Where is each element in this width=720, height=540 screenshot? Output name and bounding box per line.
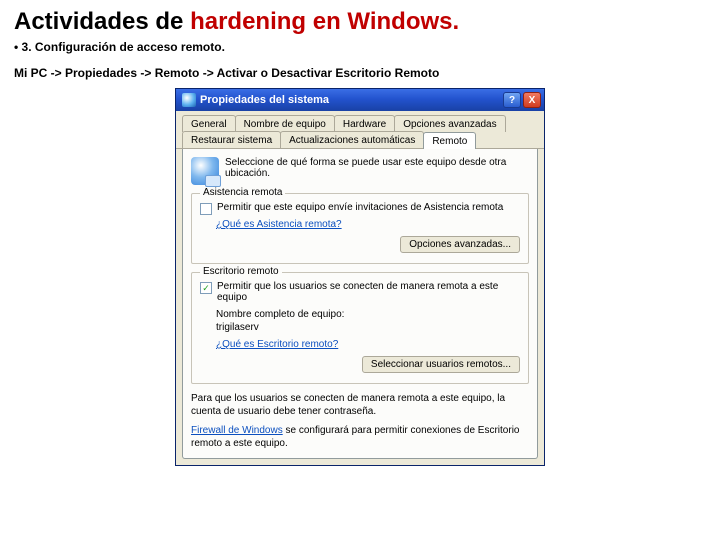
assistance-help-link[interactable]: ¿Qué es Asistencia remota? (216, 219, 342, 230)
intro-text: Seleccione de qué forma se puede usar es… (225, 157, 529, 179)
titlebar: Propiedades del sistema ? X (176, 89, 544, 111)
tab-strip: General Nombre de equipo Hardware Opcion… (176, 111, 544, 149)
remote-desktop-checkbox[interactable]: ✓ (200, 282, 212, 294)
fullname-label: Nombre completo de equipo: (216, 309, 348, 320)
tab-auto-updates[interactable]: Actualizaciones automáticas (280, 131, 424, 148)
assistance-checkbox-label: Permitir que este equipo envíe invitacio… (217, 202, 503, 213)
help-button[interactable]: ? (503, 92, 521, 108)
system-properties-dialog: Propiedades del sistema ? X General Nomb… (175, 88, 545, 466)
remote-assistance-legend: Asistencia remota (200, 187, 285, 198)
advanced-options-button[interactable]: Opciones avanzadas... (400, 236, 520, 253)
tab-system-restore[interactable]: Restaurar sistema (182, 131, 281, 148)
remote-icon (191, 157, 219, 185)
title-dot: . (453, 8, 460, 35)
title-part2: hardening en Windows (190, 8, 452, 35)
slide-title: Actividades de hardening en Windows. (14, 8, 706, 36)
title-part1: Actividades de (14, 8, 190, 35)
firewall-note: Firewall de Windows se configurará para … (191, 424, 529, 450)
password-note: Para que los usuarios se conecten de man… (191, 392, 529, 418)
tab-computer-name[interactable]: Nombre de equipo (235, 115, 335, 132)
firewall-link[interactable]: Firewall de Windows (191, 425, 283, 436)
tab-advanced[interactable]: Opciones avanzadas (394, 115, 505, 132)
remote-desktop-group: Escritorio remoto ✓ Permitir que los usu… (191, 272, 529, 384)
select-remote-users-button[interactable]: Seleccionar usuarios remotos... (362, 356, 520, 373)
system-icon (182, 93, 196, 107)
dialog-title: Propiedades del sistema (200, 94, 329, 106)
remote-assistance-group: Asistencia remota Permitir que este equi… (191, 193, 529, 264)
assistance-checkbox[interactable] (200, 203, 212, 215)
slide-bullet: • 3. Configuración de acceso remoto. (14, 40, 706, 54)
slide-path: Mi PC -> Propiedades -> Remoto -> Activa… (14, 66, 706, 80)
remote-tab-pane: Seleccione de qué forma se puede usar es… (182, 149, 538, 459)
tab-hardware[interactable]: Hardware (334, 115, 395, 132)
tab-general[interactable]: General (182, 115, 236, 132)
fullname-value: trigilaserv (216, 322, 259, 333)
tab-remote[interactable]: Remoto (423, 132, 476, 149)
close-button[interactable]: X (523, 92, 541, 108)
remote-desktop-help-link[interactable]: ¿Qué es Escritorio remoto? (216, 339, 338, 350)
remote-desktop-legend: Escritorio remoto (200, 266, 282, 277)
remote-desktop-checkbox-label: Permitir que los usuarios se conecten de… (217, 281, 520, 303)
